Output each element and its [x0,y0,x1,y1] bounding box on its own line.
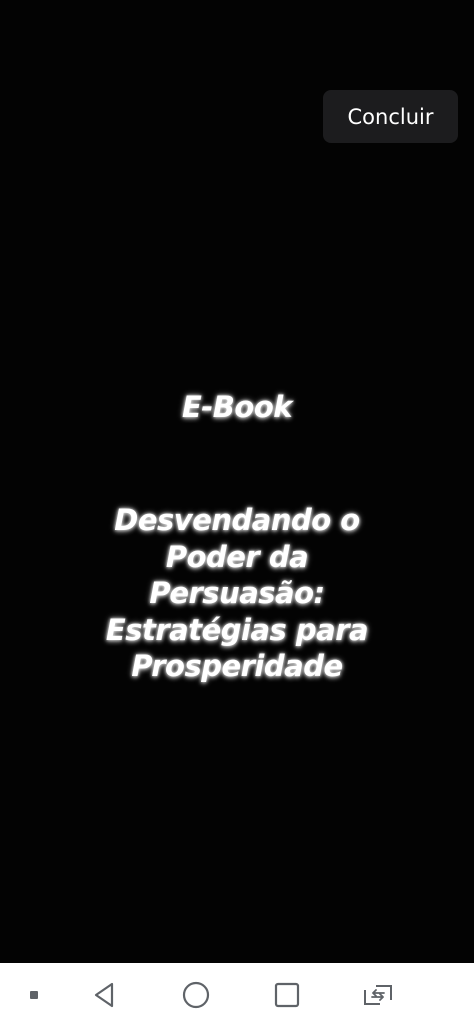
story-title-block[interactable]: Desvendando o Poder da Persuasão: Estrat… [30,502,444,685]
home-button[interactable] [178,977,214,1013]
system-navigation-bar [0,963,474,1027]
story-editor-screen: Concluir E-Book Desvendando o Poder da P… [0,0,474,1027]
back-button[interactable] [86,977,122,1013]
menu-dot-icon [30,991,38,999]
story-title-line: Desvendando o [114,503,360,537]
story-canvas[interactable]: Concluir E-Book Desvendando o Poder da P… [0,0,474,963]
story-title-line: Poder da [165,539,309,574]
rotate-switch-icon [364,985,392,1005]
recents-square-icon [274,982,300,1008]
story-heading[interactable]: E-Book [0,390,474,424]
rotate-switch-button[interactable] [360,977,396,1013]
done-button-label: Concluir [347,104,434,129]
story-title-line: Persuasão: [149,576,325,610]
menu-dot-button[interactable] [16,977,52,1013]
home-circle-icon [182,981,210,1009]
back-triangle-icon [94,982,114,1008]
story-title-line: Prosperidade [131,649,343,683]
done-button[interactable]: Concluir [323,90,458,143]
story-title-line: Estratégias para [105,612,369,647]
recents-button[interactable] [269,977,305,1013]
